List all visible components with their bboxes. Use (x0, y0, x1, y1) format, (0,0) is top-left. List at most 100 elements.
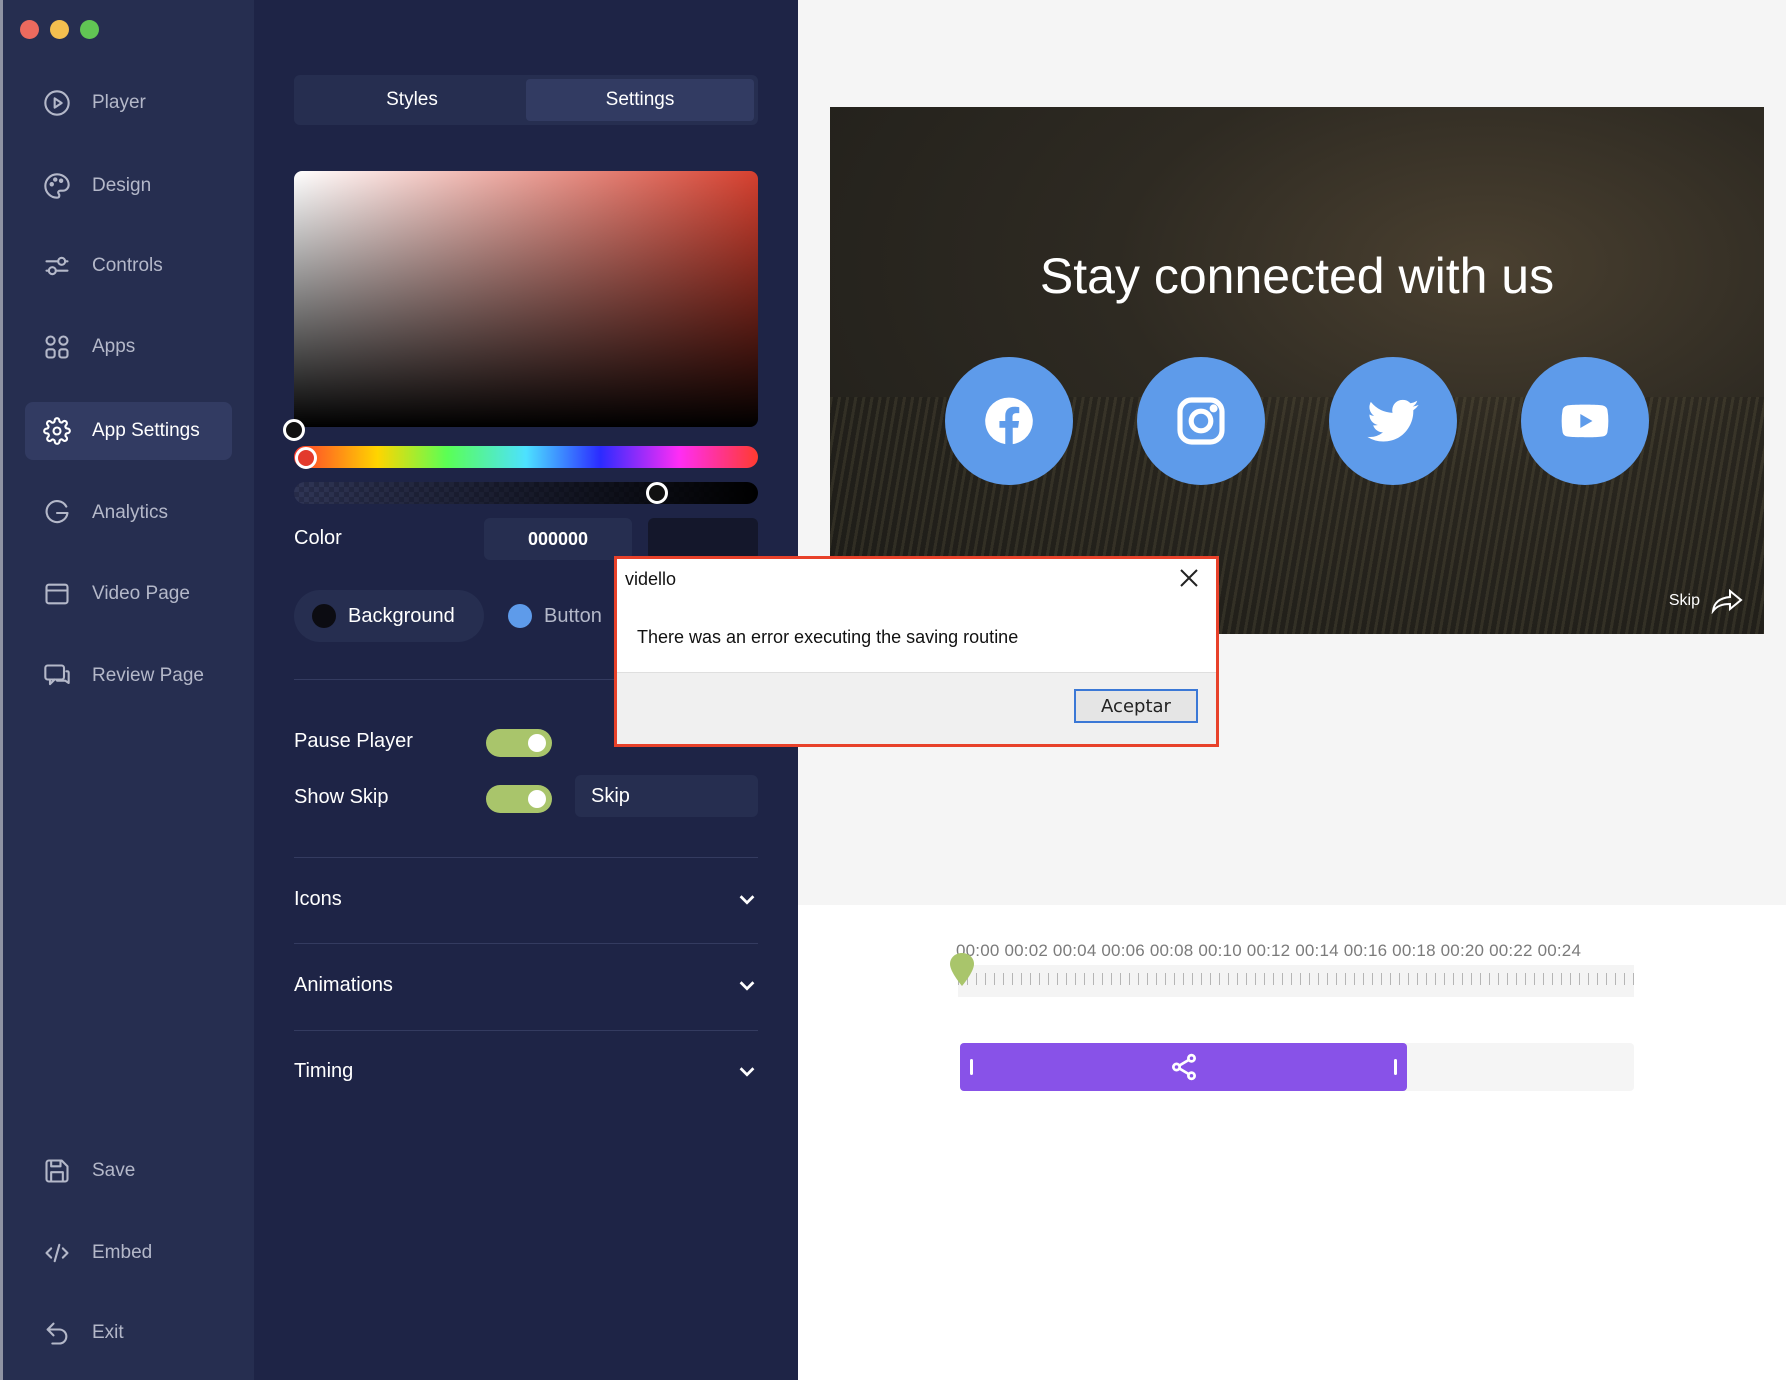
nav-item-label: Apps (92, 336, 136, 357)
nav-item-label: Video Page (92, 583, 190, 604)
nav-item-embed[interactable]: Embed (25, 1224, 232, 1282)
play-circle-icon (42, 88, 72, 118)
instagram-button[interactable] (1137, 357, 1265, 485)
gear-icon (42, 416, 72, 446)
background-target-label: Background (348, 604, 455, 627)
chevron-down-icon (739, 895, 755, 905)
icons-section-label: Icons (294, 887, 342, 910)
nav-item-label: Design (92, 175, 152, 196)
nav-item-label: Analytics (92, 502, 169, 523)
dialog-title: vidello (625, 569, 677, 589)
facebook-icon (985, 397, 1033, 445)
browser-window-icon (42, 579, 72, 609)
icons-section-header[interactable]: Icons (294, 879, 758, 919)
divider (294, 943, 758, 944)
divider (294, 1030, 758, 1031)
nav-item-label: Save (92, 1160, 136, 1181)
timeline-ruler[interactable] (958, 965, 1634, 997)
nav-item-label: Embed (92, 1242, 153, 1263)
color-swatch[interactable] (648, 518, 758, 560)
nav-item-label: Exit (92, 1322, 124, 1343)
maximize-window-button[interactable] (80, 20, 99, 39)
nav-item-review-page[interactable]: Review Page (25, 647, 232, 705)
code-icon (42, 1238, 72, 1268)
hue-slider-knob[interactable] (295, 447, 317, 469)
clip-end-handle[interactable] (1394, 1059, 1397, 1075)
nav-item-save[interactable]: Save (25, 1142, 232, 1200)
nav-item-design[interactable]: Design (25, 157, 232, 215)
nav-item-controls[interactable]: Controls (25, 237, 232, 295)
dialog-message: There was an error executing the saving … (637, 627, 1019, 647)
pause-player-label: Pause Player (294, 730, 413, 752)
chevron-down-icon (739, 1067, 755, 1077)
share-icon (1171, 1053, 1196, 1081)
video-player[interactable]: Stay connected with us Skip (830, 107, 1764, 634)
nav-item-label: Controls (92, 255, 163, 276)
timeline-time-labels: 00:00 00:02 00:04 00:06 00:08 00:10 00:1… (956, 941, 1582, 960)
facebook-button[interactable] (945, 357, 1073, 485)
dialog-footer: Aceptar (617, 672, 1216, 744)
skip-button[interactable]: Skip (1669, 588, 1744, 614)
clip-start-handle[interactable] (970, 1059, 973, 1075)
exit-arrow-icon (42, 1318, 72, 1348)
forward-arrow-icon (1711, 588, 1743, 614)
button-target-button[interactable]: Button (490, 590, 630, 642)
divider (294, 857, 758, 858)
nav-item-label: Player (92, 92, 146, 113)
tab-styles[interactable]: Styles (298, 79, 526, 121)
animations-section-label: Animations (294, 973, 393, 996)
background-color-dot (312, 604, 336, 628)
opacity-slider[interactable] (294, 482, 758, 504)
button-target-label: Button (544, 604, 602, 627)
saturation-value-picker[interactable] (294, 171, 758, 427)
skip-text-input[interactable]: Skip (575, 775, 758, 817)
nav-item-label: Review Page (92, 665, 204, 686)
color-label: Color (294, 527, 342, 549)
close-icon (1180, 569, 1198, 587)
timing-section-label: Timing (294, 1059, 354, 1082)
analytics-icon (42, 498, 72, 528)
sliders-icon (42, 251, 72, 281)
show-skip-label: Show Skip (294, 786, 389, 808)
show-skip-toggle[interactable] (486, 785, 552, 813)
youtube-button[interactable] (1521, 357, 1649, 485)
playhead-marker-icon[interactable] (947, 951, 977, 997)
button-color-dot (508, 604, 532, 628)
main-nav: Player Design Controls Apps App Settings… (0, 0, 254, 1380)
nav-item-analytics[interactable]: Analytics (25, 484, 232, 542)
timing-section-header[interactable]: Timing (294, 1051, 758, 1091)
close-window-button[interactable] (20, 20, 39, 39)
tab-settings[interactable]: Settings (526, 79, 754, 121)
preview-area: Stay connected with us Skip (798, 0, 1786, 905)
twitter-icon (1367, 399, 1419, 442)
hue-slider[interactable] (294, 446, 758, 468)
hex-color-input[interactable]: 000000 (484, 518, 632, 560)
background-target-button[interactable]: Background (294, 590, 484, 642)
pause-player-toggle[interactable] (486, 729, 552, 757)
error-dialog: vidello There was an error executing the… (614, 556, 1219, 747)
nav-item-video-page[interactable]: Video Page (25, 565, 232, 623)
styles-settings-tabs: Styles Settings (294, 75, 758, 125)
palette-icon (42, 171, 72, 201)
dialog-close-button[interactable] (1176, 565, 1202, 591)
instagram-icon (1177, 397, 1225, 445)
animations-section-header[interactable]: Animations (294, 965, 758, 1005)
apps-grid-icon (42, 332, 72, 362)
nav-item-apps[interactable]: Apps (25, 318, 232, 376)
floppy-disk-icon (42, 1156, 72, 1186)
chevron-down-icon (739, 981, 755, 991)
minimize-window-button[interactable] (50, 20, 69, 39)
youtube-icon (1561, 404, 1609, 438)
preview-headline: Stay connected with us (1039, 248, 1555, 304)
timeline-clip[interactable] (960, 1043, 1407, 1091)
timeline: 00:00 00:02 00:04 00:06 00:08 00:10 00:1… (798, 905, 1786, 1380)
opacity-slider-knob[interactable] (646, 482, 668, 504)
nav-item-exit[interactable]: Exit (25, 1304, 232, 1362)
accept-button[interactable]: Aceptar (1074, 689, 1198, 723)
twitter-button[interactable] (1329, 357, 1457, 485)
nav-item-app-settings[interactable]: App Settings (25, 402, 232, 460)
nav-item-player[interactable]: Player (25, 74, 232, 132)
nav-item-label: App Settings (92, 420, 200, 441)
saturation-value-knob[interactable] (283, 419, 305, 441)
chat-icon (42, 661, 72, 691)
